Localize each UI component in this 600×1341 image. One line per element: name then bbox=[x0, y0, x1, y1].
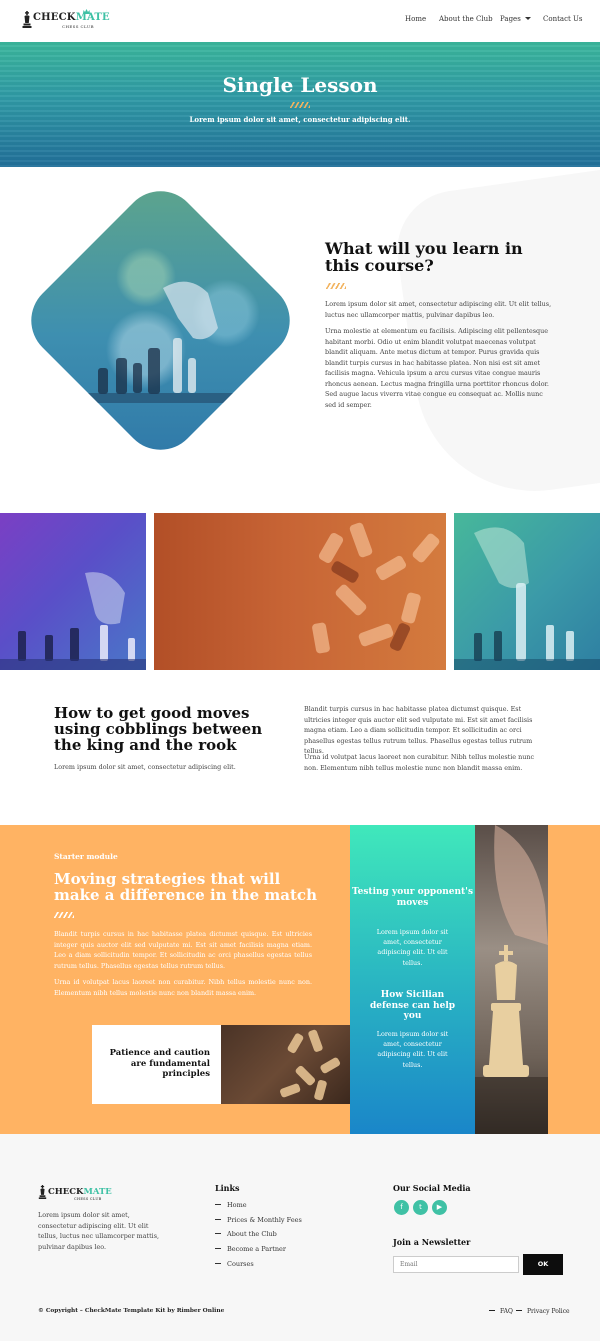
chess-pieces-illustration bbox=[312, 522, 440, 654]
decorative-divider bbox=[326, 283, 346, 289]
learn-paragraph-1: Lorem ipsum dolor sit amet, consectetur … bbox=[325, 300, 552, 319]
hand-moving-king-image bbox=[475, 825, 548, 1134]
gallery-image-2 bbox=[154, 513, 446, 670]
footer-link-prices[interactable]: Prices & Monthly Fees bbox=[215, 1217, 302, 1224]
brand-name-2: MATE bbox=[75, 12, 110, 23]
newsletter-email-input[interactable] bbox=[393, 1256, 519, 1273]
brand-name-2: MATE bbox=[83, 1187, 112, 1197]
nav-pages-label: Pages bbox=[500, 15, 521, 23]
footer-link-partner[interactable]: Become a Partner bbox=[215, 1246, 286, 1253]
learn-heading: What will you learn in this course? bbox=[325, 239, 523, 275]
nav-pages[interactable]: Pages bbox=[500, 16, 531, 23]
facebook-icon[interactable]: f bbox=[394, 1200, 409, 1215]
howto-paragraph-1: Blandit turpis cursus in hac habitasse p… bbox=[304, 705, 533, 755]
module-paragraph-1: Blandit turpis cursus in hac habitasse p… bbox=[54, 930, 312, 970]
howto-paragraph-2: Urna id volutpat lacus laoreet non curab… bbox=[304, 753, 535, 772]
tips-column bbox=[350, 825, 475, 1134]
chess-pieces-illustration bbox=[280, 1029, 341, 1101]
footer-links-title: Links bbox=[215, 1183, 240, 1193]
module-kicker: Starter module bbox=[54, 852, 118, 861]
footer-link-home[interactable]: Home bbox=[215, 1202, 247, 1209]
nav-home[interactable]: Home bbox=[405, 16, 426, 23]
module-heading: Moving strategies that will make a diffe… bbox=[54, 870, 317, 904]
tip-2-text: Lorem ipsum dolor sit amet, consectetur … bbox=[376, 1030, 449, 1069]
tip-2-title: How Sicilian defense can help you bbox=[369, 990, 456, 1021]
footer-brand-logo[interactable]: CHECKMATE bbox=[48, 1188, 112, 1197]
footer-brand-tagline: CHESS CLUB bbox=[74, 1197, 102, 1201]
chevron-down-icon bbox=[524, 17, 531, 20]
module-paragraph-2: Urna id volutpat lacus laoreet non curab… bbox=[54, 978, 312, 997]
footer-link-about[interactable]: About the Club bbox=[215, 1231, 277, 1238]
tip-1-title: Testing your opponent's moves bbox=[351, 887, 474, 908]
chess-pieces-illustration bbox=[78, 281, 249, 403]
brand-logo[interactable]: CHECKMATE bbox=[33, 13, 110, 23]
brand-name-1: CHECK bbox=[48, 1187, 84, 1197]
brand-name-1: CHECK bbox=[33, 12, 76, 23]
twitter-icon[interactable]: t bbox=[413, 1200, 428, 1215]
newsletter-title: Join a Newsletter bbox=[393, 1237, 471, 1247]
gallery-image-3 bbox=[454, 513, 600, 670]
lesson-hero-image bbox=[15, 175, 306, 466]
chess-king-logo-icon[interactable] bbox=[22, 11, 32, 28]
tip-1-text: Lorem ipsum dolor sit amet, consectetur … bbox=[376, 928, 449, 967]
page-title: Single Lesson bbox=[222, 73, 378, 97]
hero-subtitle: Lorem ipsum dolor sit amet, consectetur … bbox=[189, 115, 411, 124]
chess-king-illustration bbox=[475, 825, 548, 1134]
footer-social-title: Our Social Media bbox=[393, 1183, 471, 1193]
crown-icon bbox=[83, 9, 90, 14]
chess-king-logo-icon[interactable] bbox=[38, 1185, 47, 1199]
copyright-text: © Copyright – CheckMate Template Kit by … bbox=[38, 1308, 225, 1314]
footer-link-privacy[interactable]: Privacy Police bbox=[516, 1309, 570, 1315]
howto-subtitle: Lorem ipsum dolor sit amet, consectetur … bbox=[54, 763, 236, 771]
youtube-icon[interactable]: ▶ bbox=[432, 1200, 447, 1215]
principle-card-text: Patience and caution are fundamental pri… bbox=[109, 1048, 210, 1079]
howto-heading: How to get good moves using cobblings be… bbox=[54, 704, 263, 754]
decorative-divider bbox=[290, 102, 310, 108]
chess-pieces-illustration bbox=[454, 527, 600, 670]
brand-tagline: CHESS CLUB bbox=[62, 24, 94, 29]
nav-contact[interactable]: Contact Us bbox=[543, 16, 583, 23]
decorative-divider bbox=[54, 912, 74, 918]
nav-about[interactable]: About the Club bbox=[439, 16, 493, 23]
chess-pieces-image bbox=[221, 1025, 350, 1104]
gallery-image-1 bbox=[0, 513, 146, 670]
newsletter-submit-button[interactable]: OK bbox=[523, 1254, 563, 1275]
learn-paragraph-2: Urna molestie at elementum eu facilisis.… bbox=[325, 327, 549, 409]
footer-link-faq[interactable]: FAQ bbox=[489, 1309, 513, 1315]
footer-about: Lorem ipsum dolor sit amet, consectetur … bbox=[38, 1211, 160, 1251]
chess-pieces-illustration bbox=[0, 572, 146, 670]
footer-link-courses[interactable]: Courses bbox=[215, 1261, 254, 1268]
site-header: CHECKMATE CHESS CLUB Home About the Club… bbox=[0, 0, 600, 42]
